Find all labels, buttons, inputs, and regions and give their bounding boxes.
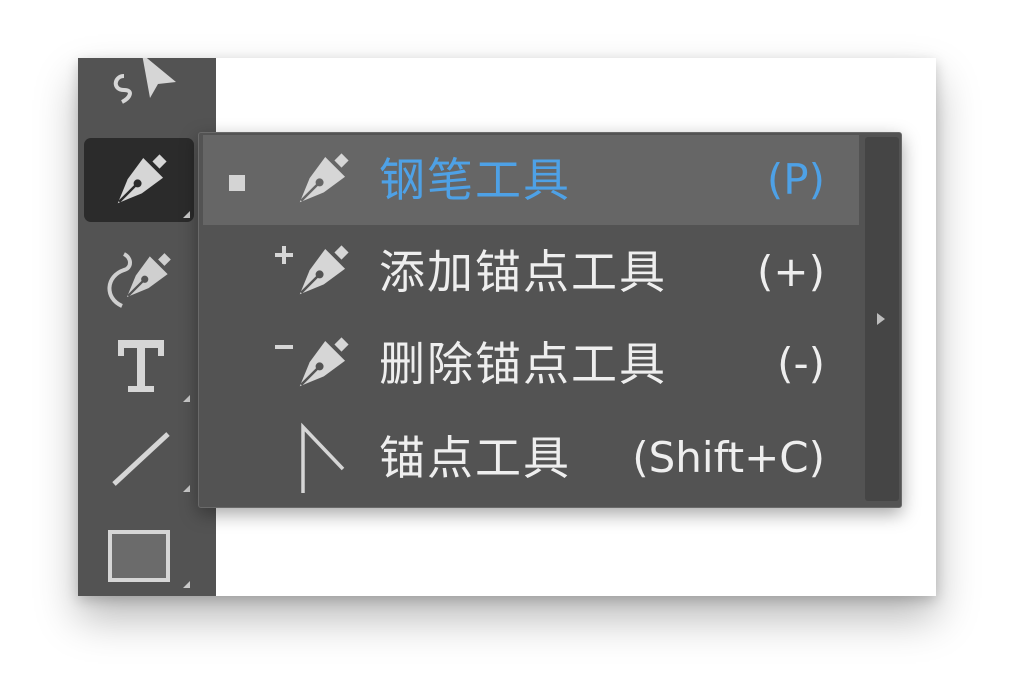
curvature-pen-icon (107, 252, 171, 308)
pen-icon (117, 154, 167, 204)
tools-panel (78, 58, 216, 596)
pen-tools-flyout-menu: 钢笔工具 (P) 添加锚点工具 (+) 删除锚点工具 (-) 锚点工具 (Shi… (198, 132, 902, 508)
menu-item-pen-tool[interactable]: 钢笔工具 (P) (203, 135, 859, 225)
menu-item-add-anchor-point-tool[interactable]: 添加锚点工具 (+) (203, 227, 859, 317)
submenu-indicator-icon (183, 395, 190, 402)
tool-curvature[interactable] (84, 236, 194, 320)
menu-item-shortcut: (Shift+C) (632, 433, 825, 482)
menu-item-label: 锚点工具 (379, 431, 571, 485)
tool-pen[interactable] (84, 138, 194, 222)
menu-item-shortcut: (+) (757, 247, 825, 296)
type-icon (118, 340, 164, 392)
tearoff-strip[interactable] (865, 137, 899, 501)
tearoff-arrow-icon (877, 313, 885, 325)
anchor-point-icon (301, 422, 345, 493)
menu-item-delete-anchor-point-tool[interactable]: 删除锚点工具 (-) (203, 319, 859, 409)
add-anchor-point-icon (275, 245, 349, 295)
line-segment-icon (112, 432, 170, 486)
submenu-indicator-icon (183, 485, 190, 492)
tool-curvature-select[interactable] (84, 58, 194, 130)
tool-type[interactable] (84, 322, 194, 406)
menu-item-anchor-point-tool[interactable]: 锚点工具 (Shift+C) (203, 413, 859, 503)
delete-anchor-point-icon (275, 337, 349, 387)
menu-item-shortcut: (-) (777, 339, 825, 388)
submenu-indicator-icon (183, 581, 190, 588)
submenu-indicator-icon (183, 211, 190, 218)
tool-rectangle[interactable] (84, 508, 194, 592)
pen-icon (299, 153, 349, 203)
menu-item-label: 添加锚点工具 (379, 245, 667, 299)
menu-item-label: 钢笔工具 (379, 153, 571, 207)
rectangle-icon (108, 530, 170, 582)
menu-item-shortcut: (P) (766, 155, 825, 204)
tool-line-segment[interactable] (84, 412, 194, 496)
select-arrow-icon (113, 58, 176, 104)
menu-item-label: 删除锚点工具 (379, 337, 667, 391)
